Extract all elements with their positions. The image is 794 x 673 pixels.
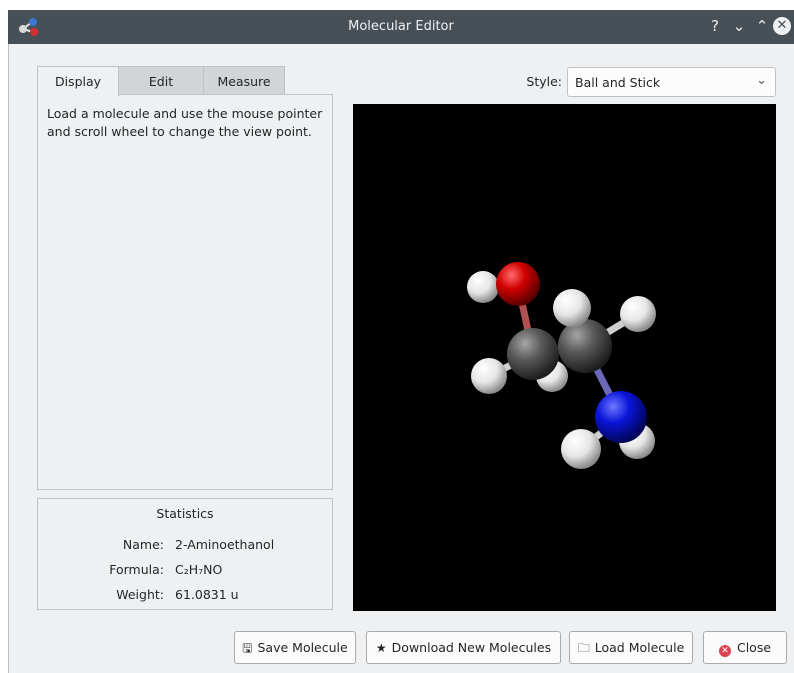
hydrogen-atom: [620, 296, 656, 332]
hydrogen-atom: [471, 358, 507, 394]
star-icon: ★: [375, 641, 387, 655]
save-icon: 🖫: [242, 641, 253, 655]
weight-label: Weight:: [116, 587, 164, 602]
folder-icon: 🗀: [577, 641, 590, 655]
molecule-viewer[interactable]: [353, 104, 776, 611]
download-new-molecules-button[interactable]: ★ Download New Molecules: [366, 631, 561, 664]
close-label: Close: [736, 640, 772, 655]
carbon-atom: [558, 319, 612, 373]
display-instructions: Load a molecule and use the mouse pointe…: [47, 106, 323, 139]
tab-measure[interactable]: Measure: [203, 66, 285, 95]
name-label: Name:: [122, 537, 164, 552]
hydrogen-atom: [467, 271, 499, 303]
download-new-molecules-label: Download New Molecules: [391, 640, 552, 655]
maximize-button[interactable]: ⌃: [752, 16, 772, 36]
close-window-button[interactable]: ✕: [773, 17, 791, 35]
tab-edit[interactable]: Edit: [118, 66, 204, 95]
name-value: 2-Aminoethanol: [175, 537, 275, 552]
molecule-render: [467, 262, 656, 469]
window-title: Molecular Editor: [348, 19, 454, 34]
statistics-group: Statistics Name: 2-Aminoethanol Formula:…: [37, 498, 333, 610]
save-molecule-label: Save Molecule: [257, 640, 348, 655]
statistics-title: Statistics: [156, 506, 214, 521]
nitrogen-atom: [595, 391, 647, 443]
close-button[interactable]: ✕ Close: [703, 631, 787, 664]
hydrogen-atom: [561, 429, 601, 469]
oxygen-atom: [496, 262, 540, 306]
weight-value: 61.0831 u: [175, 587, 239, 602]
help-button[interactable]: ?: [705, 16, 725, 36]
minimize-button[interactable]: ⌄: [729, 16, 749, 36]
style-label: Style:: [526, 74, 562, 89]
display-tab-panel: Load a molecule and use the mouse pointe…: [37, 94, 333, 490]
chevron-down-icon: ⌄: [756, 73, 767, 88]
window-titlebar[interactable]: Molecular Editor ? ⌄ ⌃ ✕: [8, 10, 794, 44]
close-circle-icon: ✕: [718, 645, 731, 657]
hydrogen-atom: [553, 289, 591, 327]
save-molecule-button[interactable]: 🖫 Save Molecule: [234, 631, 356, 664]
style-dropdown[interactable]: Ball and Stick ⌄: [567, 67, 776, 97]
formula-label: Formula:: [109, 562, 164, 577]
load-molecule-button[interactable]: 🗀 Load Molecule: [569, 631, 693, 664]
load-molecule-label: Load Molecule: [594, 640, 685, 655]
style-selected-value: Ball and Stick: [575, 75, 661, 90]
formula-value: C₂H₇NO: [175, 562, 223, 577]
carbon-atom: [507, 328, 559, 380]
tab-display[interactable]: Display: [37, 66, 119, 96]
